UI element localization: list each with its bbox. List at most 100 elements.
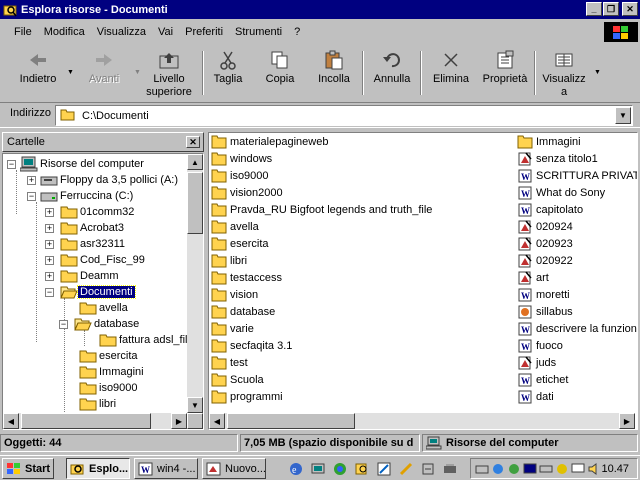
- collapse-icon[interactable]: −: [7, 159, 16, 169]
- expand-icon[interactable]: +: [45, 271, 54, 281]
- undo-button[interactable]: Annulla: [370, 49, 414, 99]
- scroll-thumb[interactable]: [21, 413, 151, 429]
- file-item[interactable]: vision2000: [211, 185, 283, 201]
- file-item[interactable]: libri: [211, 253, 247, 269]
- file-item[interactable]: Pravda_RU Bigfoot legends and truth_file: [211, 202, 432, 218]
- file-item[interactable]: 020923: [517, 236, 573, 252]
- back-button[interactable]: Indietro: [14, 49, 62, 99]
- tree-item-database[interactable]: − database: [59, 316, 141, 332]
- tree-vertical-scrollbar[interactable]: ▲ ▼: [187, 154, 203, 413]
- dialup-icon[interactable]: [475, 462, 489, 476]
- file-item[interactable]: testaccess: [211, 270, 282, 286]
- tree-item-folder[interactable]: fattura adsl_file: [99, 332, 196, 348]
- tree-item-folder[interactable]: + Cod_Fisc_99: [45, 252, 147, 268]
- file-item[interactable]: materialepagineweb: [211, 134, 328, 150]
- file-item[interactable]: programmi: [211, 389, 283, 405]
- clock[interactable]: 10.47: [601, 463, 629, 475]
- hardware-icon[interactable]: [442, 461, 458, 477]
- virus-scan-icon[interactable]: [555, 462, 569, 476]
- file-item[interactable]: vision: [211, 287, 258, 303]
- menu-strumenti[interactable]: Strumenti: [229, 24, 288, 40]
- edit-icon[interactable]: [376, 461, 392, 477]
- tree-item-folder[interactable]: libri: [79, 396, 118, 412]
- menu-modifica[interactable]: Modifica: [38, 24, 91, 40]
- tree-horizontal-scrollbar[interactable]: ◀ ▶: [3, 413, 187, 429]
- file-item[interactable]: Scuola: [211, 372, 264, 388]
- file-item[interactable]: windows: [211, 151, 272, 167]
- tree-item-folder[interactable]: + asr32311: [45, 236, 127, 252]
- file-item[interactable]: juds: [517, 355, 556, 371]
- file-item[interactable]: test: [211, 355, 248, 371]
- file-item[interactable]: Wcapitolato: [517, 202, 583, 218]
- tree-item-documenti[interactable]: − Documenti: [45, 284, 136, 300]
- task-button-word[interactable]: W win4 -...: [134, 458, 198, 479]
- file-item[interactable]: varie: [211, 321, 254, 337]
- tree-item-folder[interactable]: + Deamm: [45, 268, 121, 284]
- file-item[interactable]: Wmoretti: [517, 287, 570, 303]
- file-item[interactable]: esercita: [211, 236, 269, 252]
- file-item[interactable]: Wdescrivere la funzione: [517, 321, 637, 337]
- menu-visualizza[interactable]: Visualizza: [91, 24, 152, 40]
- menu-preferiti[interactable]: Preferiti: [179, 24, 229, 40]
- file-item[interactable]: art: [517, 270, 549, 286]
- file-item[interactable]: Wetichet: [517, 372, 568, 388]
- file-item[interactable]: senza titolo1: [517, 151, 598, 167]
- scroll-left-button[interactable]: ◀: [209, 413, 225, 429]
- volume-icon[interactable]: [587, 462, 601, 476]
- collapse-icon[interactable]: −: [45, 287, 54, 297]
- address-dropdown-button[interactable]: ▼: [615, 107, 631, 124]
- minimize-button[interactable]: _: [586, 2, 602, 16]
- file-item[interactable]: Immagini: [517, 134, 581, 150]
- menu-file[interactable]: File: [8, 24, 38, 40]
- internet-explorer-icon[interactable]: e: [288, 461, 304, 477]
- expand-icon[interactable]: +: [45, 255, 54, 265]
- file-item[interactable]: iso9000: [211, 168, 269, 184]
- file-item[interactable]: 020922: [517, 253, 573, 269]
- file-item[interactable]: Wfuoco: [517, 338, 563, 354]
- file-item[interactable]: Wdati: [517, 389, 554, 405]
- task-button-explorer[interactable]: Esplo...: [66, 458, 130, 479]
- views-button[interactable]: Visualizz a: [540, 49, 588, 99]
- menu-vai[interactable]: Vai: [152, 24, 179, 40]
- network-icon[interactable]: [310, 461, 326, 477]
- address-input[interactable]: C:\Documenti ▼: [55, 105, 633, 126]
- expand-icon[interactable]: +: [45, 239, 54, 249]
- tree-item-drive-c[interactable]: − Ferruccina (C:): [27, 188, 135, 204]
- restore-button[interactable]: ❐: [603, 2, 619, 16]
- menu-help[interactable]: ?: [288, 24, 306, 40]
- scroll-left-button[interactable]: ◀: [3, 413, 19, 429]
- scroll-thumb[interactable]: [187, 172, 203, 234]
- tree-item-folder[interactable]: esercita: [79, 348, 140, 364]
- file-item[interactable]: sillabus: [517, 304, 573, 320]
- back-dropdown-icon[interactable]: ▼: [67, 69, 74, 76]
- scroll-right-button[interactable]: ▶: [619, 413, 635, 429]
- scroll-up-button[interactable]: ▲: [187, 154, 203, 170]
- collapse-icon[interactable]: −: [59, 319, 68, 329]
- file-item[interactable]: W SCRITTURA PRIVATA: [517, 168, 637, 184]
- tree-item-folder[interactable]: avella: [79, 300, 130, 316]
- scroll-right-button[interactable]: ▶: [171, 413, 187, 429]
- forward-button[interactable]: Avanti: [80, 49, 128, 99]
- copy-button[interactable]: Copia: [260, 49, 300, 99]
- expand-icon[interactable]: +: [45, 223, 54, 233]
- up-level-button[interactable]: Livello superiore: [140, 49, 198, 99]
- expand-icon[interactable]: +: [27, 175, 36, 185]
- expand-icon[interactable]: +: [45, 207, 54, 217]
- file-item[interactable]: 020924: [517, 219, 573, 235]
- paste-button[interactable]: Incolla: [312, 49, 356, 99]
- globe-icon[interactable]: [491, 462, 505, 476]
- task-button-new[interactable]: Nuovo...: [202, 458, 266, 479]
- files-horizontal-scrollbar[interactable]: ◀ ▶: [209, 413, 635, 429]
- cut-button[interactable]: Taglia: [208, 49, 248, 99]
- find-icon[interactable]: [354, 461, 370, 477]
- delete-button[interactable]: Elimina: [430, 49, 472, 99]
- tree-item-folder[interactable]: + 01comm32: [45, 204, 136, 220]
- tools-icon[interactable]: [420, 461, 436, 477]
- file-item[interactable]: W What do Sony: [517, 185, 605, 201]
- tree-item-floppy[interactable]: + Floppy da 3,5 pollici (A:): [27, 172, 180, 188]
- tree-item-folder[interactable]: Immagini: [79, 364, 146, 380]
- scroll-down-button[interactable]: ▼: [187, 397, 203, 413]
- keyboard-icon[interactable]: [539, 462, 553, 476]
- monitor-icon[interactable]: [523, 462, 537, 476]
- file-item[interactable]: avella: [211, 219, 259, 235]
